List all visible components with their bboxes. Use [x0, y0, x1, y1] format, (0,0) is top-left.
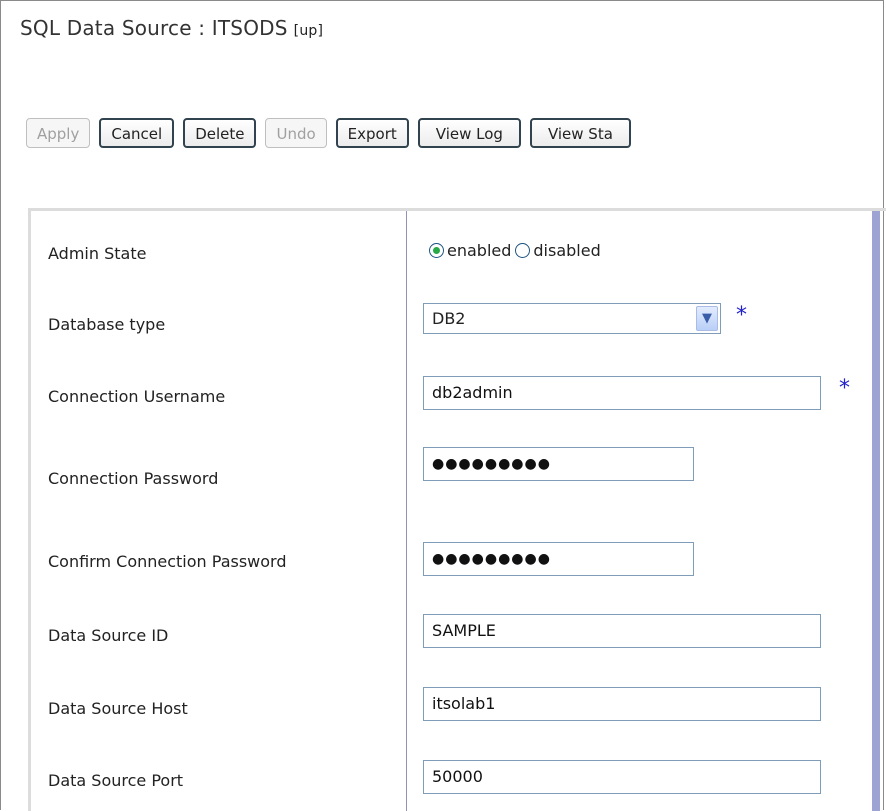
admin-state-enabled-label[interactable]: enabled [447, 241, 511, 260]
data-source-port-input[interactable]: 50000 [423, 760, 821, 794]
toolbar: Apply Cancel Delete Undo Export View Log View … [26, 118, 886, 152]
connection-username-label: Connection Username [48, 387, 226, 406]
page-title-text: SQL Data Source : ITSODS [20, 16, 288, 40]
panel-right-border [872, 211, 880, 811]
properties-panel: Admin State enabled disabled Database typ… [28, 208, 886, 811]
data-source-id-label: Data Source ID [48, 626, 169, 645]
chevron-down-icon[interactable]: ▼ [696, 306, 718, 331]
labels-column [31, 211, 407, 811]
status-badge: [up] [293, 23, 324, 39]
data-source-host-input[interactable]: itsolab1 [423, 687, 821, 721]
admin-state-disabled-label[interactable]: disabled [533, 241, 600, 260]
delete-button[interactable]: Delete [183, 118, 257, 148]
cancel-button[interactable]: Cancel [99, 118, 175, 148]
admin-state-enabled-radio[interactable] [429, 243, 444, 258]
undo-button[interactable]: Undo [265, 118, 327, 148]
database-type-select[interactable]: DB2 ▼ [423, 303, 721, 334]
database-type-label: Database type [48, 315, 166, 334]
apply-button[interactable]: Apply [26, 118, 91, 148]
data-source-id-input[interactable]: SAMPLE [423, 614, 821, 648]
admin-state-label: Admin State [48, 244, 147, 263]
confirm-password-input[interactable]: ●●●●●●●●● [423, 542, 694, 576]
page-title: SQL Data Source : ITSODS [up] [20, 16, 323, 40]
connection-password-label: Connection Password [48, 469, 219, 488]
view-status-button[interactable]: View Sta [529, 118, 631, 148]
data-source-port-label: Data Source Port [48, 771, 184, 790]
export-button[interactable]: Export [335, 118, 409, 148]
view-log-button[interactable]: View Log [417, 118, 521, 148]
required-indicator: * [839, 376, 850, 401]
admin-state-disabled-radio[interactable] [515, 243, 531, 258]
data-source-host-label: Data Source Host [48, 699, 188, 718]
connection-username-input[interactable]: db2admin [423, 376, 821, 410]
admin-state-radio-group: enabled disabled [429, 241, 605, 260]
required-indicator: * [736, 303, 747, 328]
connection-password-input[interactable]: ●●●●●●●●● [423, 447, 694, 481]
confirm-password-label: Confirm Connection Password [48, 552, 287, 571]
database-type-value: DB2 [432, 309, 466, 328]
